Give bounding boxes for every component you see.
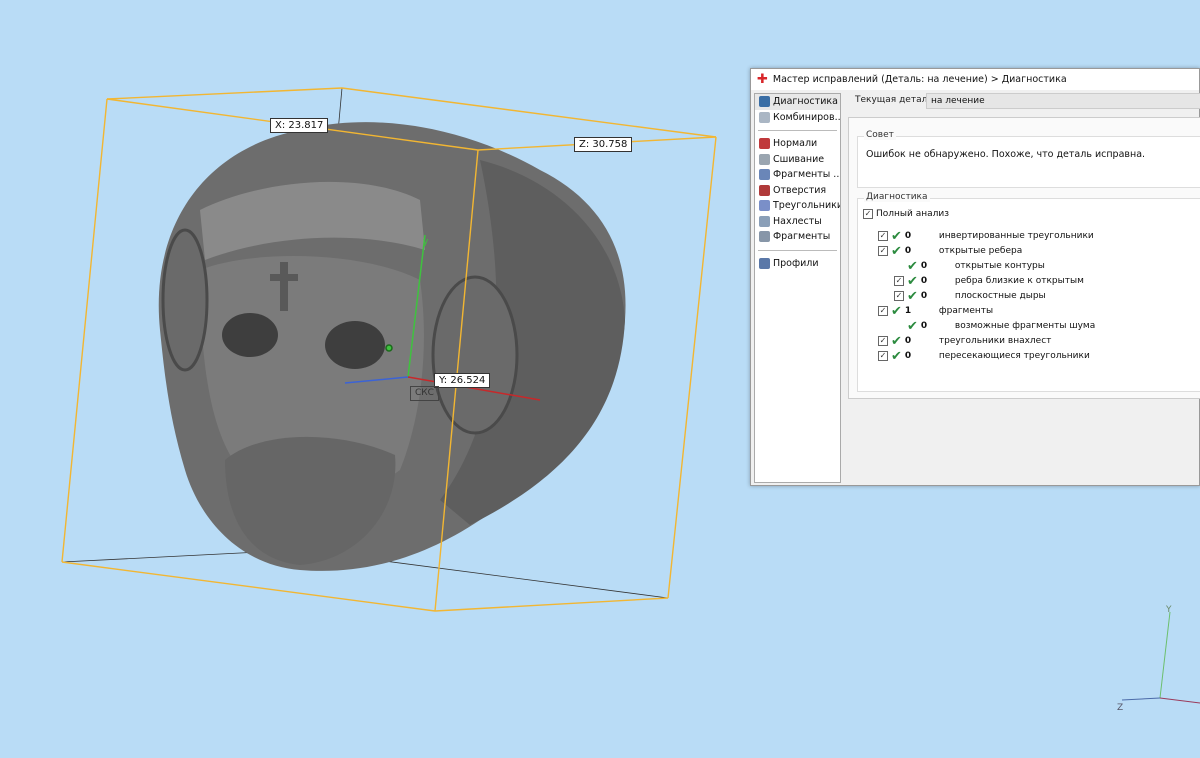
- green-check-icon: ✔: [891, 333, 902, 349]
- check-row: ✓ ✔ 0 открытые ребера: [878, 243, 1023, 259]
- nav-item-6[interactable]: Треугольники: [755, 198, 840, 214]
- overlaps-icon: [759, 215, 770, 227]
- corner-axis-y-label: Y: [1165, 605, 1172, 615]
- check-label: открытые ребера: [938, 246, 1023, 256]
- green-check-icon: ✔: [907, 258, 918, 274]
- green-check-icon: ✔: [891, 303, 902, 319]
- check-row: ✔ 0 возможные фрагменты шума: [894, 318, 1096, 334]
- check-count: 0: [920, 261, 928, 271]
- check-label: возможные фрагменты шума: [954, 321, 1096, 331]
- check-checkbox[interactable]: ✓: [878, 306, 888, 316]
- green-check-icon: ✔: [891, 243, 902, 259]
- nav-item-label: Сшивание: [773, 153, 825, 165]
- diagnostics-group: Диагностика ✓ Полный анализ ✓ ✔ 0 инвертиро…: [857, 192, 1200, 392]
- triangles-icon: [759, 200, 770, 212]
- full-analysis-checkbox[interactable]: ✓ Полный анализ: [863, 207, 949, 221]
- check-checkbox[interactable]: ✓: [878, 336, 888, 346]
- nav-separator: [758, 249, 837, 251]
- check-row: ✓ ✔ 0 ребра близкие к открытым: [894, 273, 1084, 289]
- diagnostics-panel: Совет Ошибок не обнаружено. Похоже, что …: [848, 117, 1200, 399]
- check-label: ребра близкие к открытым: [954, 276, 1084, 286]
- nav-item-label: Нахлесты: [773, 215, 822, 227]
- holes-icon: [759, 184, 770, 196]
- nav-item-label: Треугольники: [773, 200, 840, 212]
- dialog-title: Мастер исправлений (Деталь: на лечение) …: [772, 74, 1067, 85]
- check-count: 1: [904, 306, 912, 316]
- check-count: 0: [904, 336, 912, 346]
- check-checkbox[interactable]: ✓: [878, 246, 888, 256]
- check-checkbox[interactable]: ✓: [894, 291, 904, 301]
- check-label: пересекающиеся треугольники: [938, 351, 1090, 361]
- check-count: 0: [920, 276, 928, 286]
- dimension-z-label: Z: 30.758: [574, 137, 633, 152]
- wcs-label: СКС: [410, 386, 439, 401]
- check-row: ✓ ✔ 1 фрагменты: [878, 303, 994, 319]
- nav-item-4[interactable]: Фрагменты ...: [755, 167, 840, 183]
- nav-item-1[interactable]: Комбиниров...: [755, 110, 840, 126]
- model-axis-y-label: y: [423, 237, 429, 247]
- nav-item-5[interactable]: Отверстия: [755, 183, 840, 199]
- green-check-icon: ✔: [907, 288, 918, 304]
- magnifier-icon: [759, 96, 770, 108]
- check-count: 0: [904, 351, 912, 361]
- dialog-title-bar[interactable]: ✚ Мастер исправлений (Деталь: на лечение…: [751, 69, 1199, 90]
- diagnostics-title: Диагностика: [864, 192, 930, 202]
- nav-item-0[interactable]: Диагностика: [755, 94, 840, 110]
- current-part-label: Текущая деталь:: [855, 95, 936, 105]
- nav-item-label: Нормали: [773, 138, 818, 150]
- checkbox-icon: ✓: [863, 209, 873, 219]
- corner-axis-z-label: Z: [1117, 703, 1123, 713]
- nav-item-label: Диагностика: [773, 96, 838, 108]
- check-row: ✓ ✔ 0 треугольники внахлест: [878, 333, 1052, 349]
- repair-wizard-dialog: ✚ Мастер исправлений (Деталь: на лечение…: [750, 68, 1200, 486]
- nav-item-9[interactable]: Профили: [755, 256, 840, 272]
- corner-axes: [1121, 611, 1200, 704]
- normals-icon: [759, 138, 770, 150]
- advice-group: Совет Ошибок не обнаружено. Похоже, что …: [857, 130, 1200, 188]
- green-check-icon: ✔: [907, 318, 918, 334]
- stitch-icon: [759, 153, 770, 165]
- nav-item-3[interactable]: Сшивание: [755, 152, 840, 168]
- check-count: 0: [920, 291, 928, 301]
- cube-icon: [759, 111, 770, 123]
- wizard-nav: Диагностика Комбиниров... Нормали Сшивание Ф…: [754, 93, 841, 483]
- green-check-icon: ✔: [891, 348, 902, 364]
- nav-item-label: Фрагменты ...: [773, 169, 840, 181]
- dimension-y-label: Y: 26.524: [434, 373, 491, 388]
- check-checkbox[interactable]: ✓: [894, 276, 904, 286]
- advice-title: Совет: [864, 130, 896, 140]
- check-count: 0: [904, 231, 912, 241]
- nav-item-label: Профили: [773, 257, 819, 269]
- document-icon: [759, 257, 770, 269]
- medical-cross-icon: ✚: [757, 72, 768, 87]
- check-row: ✔ 0 открытые контуры: [894, 258, 1045, 274]
- fragments-icon: [759, 169, 770, 181]
- check-label: открытые контуры: [954, 261, 1045, 271]
- full-analysis-label: Полный анализ: [876, 209, 950, 219]
- check-label: фрагменты: [938, 306, 994, 316]
- check-label: плоскостные дыры: [954, 291, 1046, 301]
- check-checkbox[interactable]: ✓: [878, 351, 888, 361]
- current-part-field[interactable]: на лечение: [926, 93, 1200, 109]
- nav-item-label: Отверстия: [773, 184, 827, 196]
- check-label: треугольники внахлест: [938, 336, 1052, 346]
- check-label: инвертированные треугольники: [938, 231, 1094, 241]
- check-checkbox[interactable]: ✓: [878, 231, 888, 241]
- nav-separator: [758, 130, 837, 131]
- green-check-icon: ✔: [891, 228, 902, 244]
- check-row: ✓ ✔ 0 инвертированные треугольники: [878, 228, 1094, 244]
- green-check-icon: ✔: [907, 273, 918, 289]
- shells-icon: [759, 231, 770, 243]
- nav-item-8[interactable]: Фрагменты: [755, 229, 840, 245]
- nav-item-2[interactable]: Нормали: [755, 136, 840, 152]
- check-count: 0: [904, 246, 912, 256]
- check-row: ✓ ✔ 0 плоскостные дыры: [894, 288, 1046, 304]
- dimension-x-label: X: 23.817: [270, 118, 329, 133]
- nav-item-7[interactable]: Нахлесты: [755, 214, 840, 230]
- nav-item-label: Комбиниров...: [773, 111, 840, 123]
- advice-text: Ошибок не обнаружено. Похоже, что деталь…: [866, 149, 1146, 160]
- nav-item-label: Фрагменты: [773, 231, 831, 243]
- check-count: 0: [920, 321, 928, 331]
- check-row: ✓ ✔ 0 пересекающиеся треугольники: [878, 348, 1090, 364]
